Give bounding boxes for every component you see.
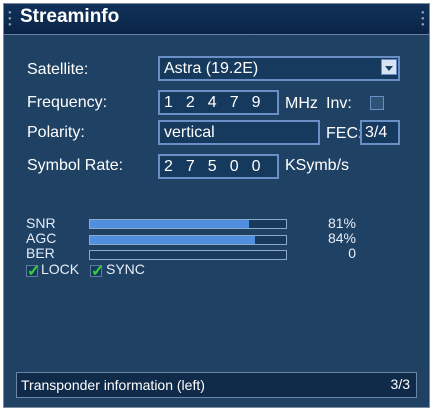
polarity-input[interactable]: vertical <box>158 120 320 145</box>
frequency-input[interactable]: 12479 <box>158 90 279 115</box>
title-bar: ● ● ● Streaminfo ● ● ● <box>4 4 429 35</box>
symbol-rate-input[interactable]: 27500 <box>158 154 279 179</box>
frequency-label: Frequency: <box>27 94 108 111</box>
snr-bar <box>89 219 287 229</box>
symbol-rate-unit: KSymb/s <box>285 157 350 174</box>
fec-label: FEC: <box>326 125 363 142</box>
sync-check-icon <box>90 261 104 281</box>
symbol-rate-label: Symbol Rate: <box>27 157 124 174</box>
frequency-unit: MHz <box>285 95 318 112</box>
fec-input[interactable]: 3/4 <box>360 120 400 145</box>
snr-value: 81% <box>327 215 356 231</box>
title-grip-left-icon: ● ● ● <box>8 10 12 28</box>
satellite-value: Astra (19.2E) <box>164 60 259 77</box>
status-left-text: Transponder information (left) <box>21 377 205 393</box>
ber-bar <box>89 250 287 260</box>
polarity-label: Polarity: <box>27 124 85 141</box>
inversion-label: Inv: <box>326 95 352 112</box>
window-title: Streaminfo <box>20 6 120 27</box>
lock-check-icon <box>26 261 40 281</box>
inversion-checkbox[interactable] <box>370 96 384 110</box>
title-grip-right-icon: ● ● ● <box>421 10 425 28</box>
agc-value: 84% <box>327 230 356 246</box>
status-bar: Transponder information (left) 3/3 <box>16 372 417 398</box>
page-indicator: 3/3 <box>390 376 410 392</box>
satellite-label: Satellite: <box>27 61 89 78</box>
agc-bar-fill <box>90 236 255 244</box>
ber-value: 0 <box>348 245 356 261</box>
chevron-down-icon[interactable] <box>381 59 397 75</box>
sync-label: SYNC <box>106 261 145 277</box>
lock-label: LOCK <box>41 261 80 277</box>
snr-bar-fill <box>90 220 249 228</box>
agc-bar <box>89 235 287 245</box>
agc-label: AGC <box>26 230 57 246</box>
snr-label: SNR <box>26 215 56 231</box>
satellite-select[interactable]: Astra (19.2E) <box>158 56 400 81</box>
ber-label: BER <box>26 245 55 261</box>
streaminfo-window: ● ● ● Streaminfo ● ● ● Satellite: Astra (19.… <box>3 3 430 408</box>
